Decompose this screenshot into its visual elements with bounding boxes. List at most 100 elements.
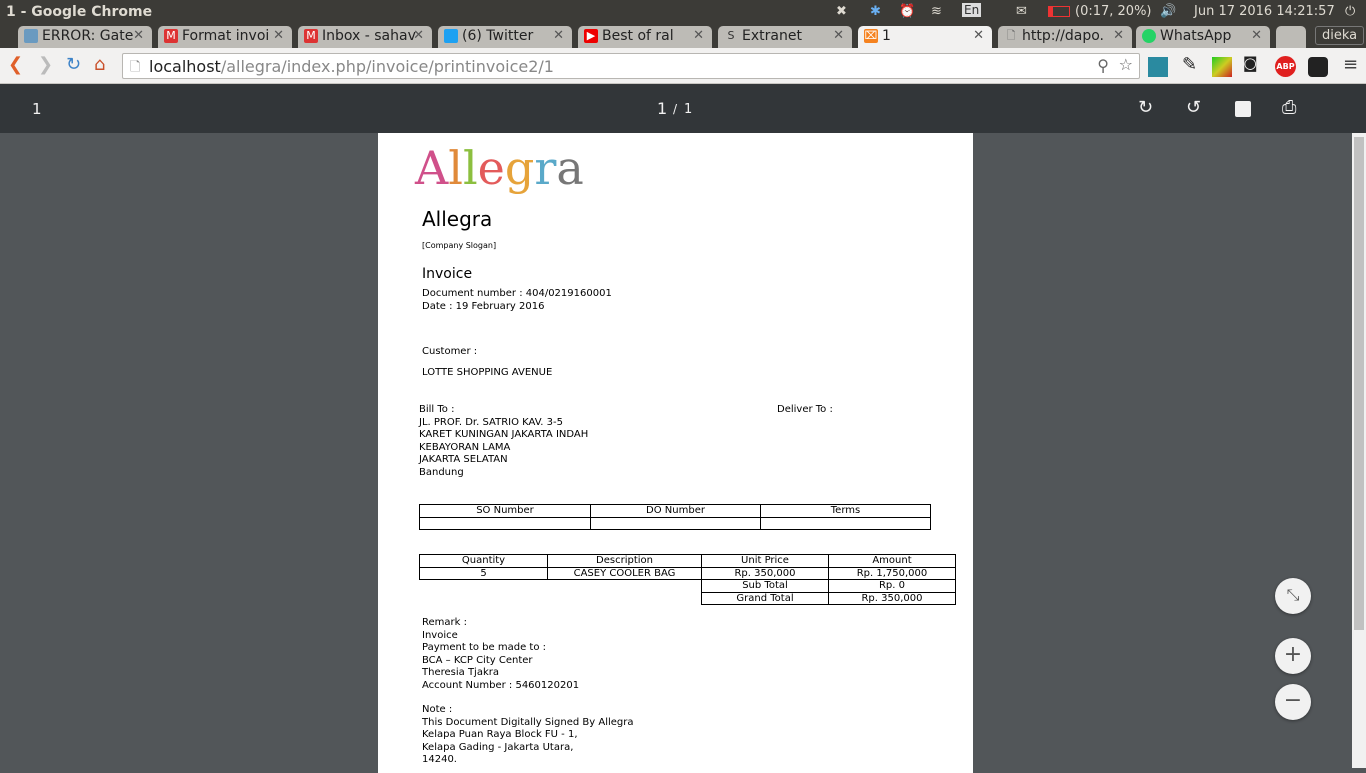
tab-label: 1 — [882, 28, 891, 44]
remark-line: Invoice — [422, 629, 458, 641]
bill-to-label: Bill To : — [419, 404, 455, 415]
grand-total-value: Rp. 350,000 — [828, 591, 956, 605]
rotate-clockwise-icon[interactable]: ↻ — [1138, 97, 1153, 118]
close-icon[interactable]: ✕ — [1251, 28, 1262, 43]
page-icon: 🗋 — [1006, 29, 1016, 42]
page-total: 1 — [684, 102, 693, 117]
bill-to-line: JAKARTA SELATAN — [419, 454, 508, 465]
tab-whatsapp[interactable]: WhatsApp ✕ — [1136, 26, 1270, 48]
extension-badge-icon[interactable] — [1308, 57, 1328, 77]
wifi-icon[interactable]: ≋ — [931, 4, 942, 19]
mail-icon[interactable]: ✉ — [1016, 4, 1027, 19]
incognito-icon[interactable]: ◙ — [1243, 54, 1258, 72]
bookmark-star-icon[interactable]: ☆ — [1119, 55, 1133, 74]
close-icon[interactable]: ✕ — [553, 28, 564, 43]
pdf-toolbar: 1 1 / 1 ↻ ↺ ⎙ — [0, 84, 1366, 133]
reload-icon[interactable]: ↻ — [66, 54, 81, 75]
power-icon[interactable]: ⏻ — [1345, 4, 1355, 19]
close-icon[interactable]: ✕ — [833, 28, 844, 43]
close-icon[interactable]: ✕ — [413, 28, 424, 43]
whatsapp-icon — [1142, 29, 1156, 43]
tab-active-invoice[interactable]: ⌧ 1 ✕ — [858, 26, 992, 48]
save-icon[interactable] — [1235, 101, 1251, 117]
new-tab-button[interactable] — [1276, 26, 1306, 48]
scrollbar-thumb[interactable] — [1354, 137, 1364, 630]
xampp-icon: ⌧ — [864, 29, 878, 43]
amount-header: Amount — [828, 554, 956, 568]
eyedropper-icon[interactable]: ✎ — [1182, 54, 1197, 75]
pdf-title: 1 — [32, 100, 42, 118]
pdf-page: Allegra Allegra [Company Slogan] Invoice… — [378, 133, 973, 773]
window-title: 1 - Google Chrome — [6, 4, 153, 20]
fit-to-page-icon[interactable]: ⤡ — [1275, 578, 1311, 614]
page-separator: / — [673, 102, 678, 116]
invoice-heading: Invoice — [422, 266, 473, 282]
note-line: Kelapa Gading - Jakarta Utara, — [422, 741, 574, 753]
tab-label: Format invoi — [182, 28, 270, 44]
tab-inbox[interactable]: M Inbox - sahav ✕ — [298, 26, 432, 48]
company-name: Allegra — [422, 207, 493, 231]
bill-to-line: KARET KUNINGAN JAKARTA INDAH — [419, 429, 589, 440]
remark-line: Theresia Tjakra — [422, 667, 499, 678]
description-cell: CASEY COOLER BAG — [547, 566, 702, 580]
page-number-input[interactable]: 1 — [657, 99, 667, 118]
tab-label: Extranet — [742, 28, 802, 44]
color-picker-icon[interactable] — [1212, 57, 1232, 77]
close-icon[interactable]: ✕ — [273, 28, 284, 43]
home-icon[interactable]: ⌂ — [94, 54, 105, 75]
tab-format-invoice[interactable]: M Format invoi ✕ — [158, 26, 292, 48]
gmail-icon: M — [164, 29, 178, 43]
document-number: Document number : 404/0219160001 — [422, 288, 612, 299]
zoom-out-icon[interactable]: − — [1275, 684, 1311, 720]
amount-cell: Rp. 1,750,000 — [828, 566, 956, 580]
zoom-in-icon[interactable]: + — [1275, 638, 1311, 674]
tab-label: ERROR: Gate — [42, 28, 134, 44]
remark-line: BCA – KCP City Center — [422, 654, 533, 666]
keyboard-language[interactable]: En — [962, 3, 982, 17]
unit-price-header: Unit Price — [701, 554, 829, 568]
description-header: Description — [547, 554, 702, 568]
forward-icon[interactable]: ❯ — [38, 54, 53, 75]
invoice-date: Date : 19 February 2016 — [422, 301, 545, 312]
close-icon[interactable]: ✕ — [133, 28, 144, 43]
close-icon[interactable]: ✕ — [693, 28, 704, 43]
table-row: 5 CASEY COOLER BAG Rp. 350,000 Rp. 1,750,00… — [419, 566, 956, 580]
bdi-icon — [24, 29, 38, 43]
clock[interactable]: Jun 17 2016 14:21:57 — [1194, 4, 1335, 19]
battery-icon[interactable] — [1048, 6, 1070, 17]
url-host: localhost — [149, 57, 221, 76]
extension-icon[interactable] — [1148, 57, 1168, 77]
alarm-icon[interactable]: ⏰ — [899, 4, 915, 19]
bluetooth-icon[interactable]: ✱ — [870, 4, 881, 19]
tab-youtube[interactable]: ▶ Best of ral ✕ — [578, 26, 712, 48]
note-line: 14240. — [422, 754, 457, 765]
window-titlebar: 1 - Google Chrome ✖ ✱ ⏰ ≋ En ✉ (0:17, 20… — [0, 0, 1366, 24]
close-icon[interactable]: ✕ — [1113, 28, 1124, 43]
menu-icon[interactable]: ≡ — [1343, 54, 1358, 75]
do-number-header: DO Number — [590, 504, 761, 518]
tab-dapo[interactable]: 🗋 http://dapo. ✕ — [998, 26, 1132, 48]
rotate-counterclockwise-icon[interactable]: ↺ — [1186, 97, 1201, 118]
gmail-icon: M — [304, 29, 318, 43]
remark-line: Payment to be made to : — [422, 642, 546, 653]
quantity-cell: 5 — [419, 566, 548, 580]
subtotal-label: Sub Total — [701, 579, 829, 593]
page-icon: 🗋 — [130, 60, 141, 75]
address-bar[interactable]: 🗋 localhost/allegra/index.php/invoice/pr… — [122, 53, 1140, 79]
adblock-icon[interactable]: ABP — [1275, 56, 1296, 77]
customer-label: Customer : — [422, 346, 478, 357]
profile-button[interactable]: dieka — [1315, 26, 1365, 45]
remark-line: Remark : — [422, 617, 467, 628]
battery-status[interactable]: (0:17, 20%) — [1075, 4, 1152, 19]
zoom-icon[interactable]: ⚲ — [1097, 56, 1109, 75]
back-icon[interactable]: ❮ — [8, 54, 23, 75]
company-logo: Allegra — [415, 141, 584, 195]
close-icon[interactable]: ✕ — [973, 28, 984, 43]
tab-label: Inbox - sahav — [322, 28, 416, 44]
tab-extranet[interactable]: S Extranet ✕ — [718, 26, 852, 48]
subtotal-value: Rp. 0 — [828, 579, 956, 593]
tab-twitter[interactable]: (6) Twitter ✕ — [438, 26, 572, 48]
print-icon[interactable]: ⎙ — [1282, 97, 1296, 118]
tab-error-gate[interactable]: ERROR: Gate ✕ — [18, 26, 152, 48]
volume-icon[interactable]: 🔊 — [1160, 4, 1176, 19]
